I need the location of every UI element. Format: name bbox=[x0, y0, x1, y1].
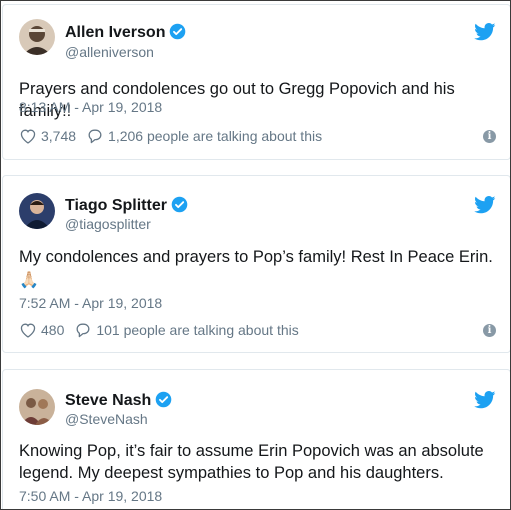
tweet-collage: Allen Iverson @alleniverson Prayers and … bbox=[0, 0, 511, 510]
user-handle[interactable]: @alleniverson bbox=[65, 44, 154, 60]
avatar[interactable] bbox=[19, 19, 55, 55]
conversation-count[interactable]: 101 people are talking about this bbox=[96, 322, 298, 338]
twitter-bird-icon[interactable] bbox=[474, 391, 496, 409]
info-icon[interactable]: i bbox=[483, 324, 496, 337]
tweet-text: Knowing Pop, it’s fair to assume Erin Po… bbox=[19, 442, 484, 482]
timestamp[interactable]: 8:13 AM - Apr 19, 2018 bbox=[19, 99, 162, 115]
display-name[interactable]: Steve Nash bbox=[65, 391, 172, 410]
tweet-actions: 3,748 1,206 people are talking about thi… bbox=[19, 128, 322, 144]
display-name-text[interactable]: Allen Iverson bbox=[65, 24, 165, 41]
like-count[interactable]: 3,748 bbox=[41, 128, 76, 144]
heart-icon[interactable] bbox=[19, 322, 37, 338]
praying-hands-emoji: 🙏🏻 bbox=[19, 272, 39, 289]
verified-badge-icon bbox=[170, 23, 186, 40]
tweet-text: My condolences and prayers to Pop’s fami… bbox=[19, 248, 493, 266]
speech-bubble-icon[interactable] bbox=[86, 128, 104, 144]
speech-bubble-icon[interactable] bbox=[74, 322, 92, 338]
heart-icon[interactable] bbox=[19, 128, 37, 144]
user-handle[interactable]: @SteveNash bbox=[65, 411, 148, 427]
tweet-card-steve-nash[interactable]: Steve Nash @SteveNash Knowing Pop, it’s … bbox=[2, 369, 510, 509]
display-name-text[interactable]: Tiago Splitter bbox=[65, 197, 167, 214]
tweet-card-allen-iverson[interactable]: Allen Iverson @alleniverson Prayers and … bbox=[2, 4, 510, 160]
avatar[interactable] bbox=[19, 389, 55, 425]
user-handle[interactable]: @tiagosplitter bbox=[65, 216, 151, 232]
twitter-bird-icon[interactable] bbox=[474, 196, 496, 214]
conversation-count[interactable]: 1,206 people are talking about this bbox=[108, 128, 322, 144]
avatar[interactable] bbox=[19, 193, 55, 229]
verified-badge-icon bbox=[171, 196, 188, 213]
display-name-text[interactable]: Steve Nash bbox=[65, 392, 151, 409]
twitter-bird-icon[interactable] bbox=[474, 23, 496, 41]
display-name[interactable]: Tiago Splitter bbox=[65, 196, 188, 215]
verified-badge-icon bbox=[155, 391, 172, 408]
timestamp[interactable]: 7:50 AM - Apr 19, 2018 bbox=[19, 488, 162, 504]
like-count[interactable]: 480 bbox=[41, 322, 64, 338]
info-icon[interactable]: i bbox=[483, 130, 496, 143]
tweet-card-tiago-splitter[interactable]: Tiago Splitter @tiagosplitter My condole… bbox=[2, 175, 510, 353]
timestamp[interactable]: 7:52 AM - Apr 19, 2018 bbox=[19, 295, 162, 311]
tweet-actions: 480 101 people are talking about this bbox=[19, 322, 299, 338]
display-name[interactable]: Allen Iverson bbox=[65, 23, 186, 42]
